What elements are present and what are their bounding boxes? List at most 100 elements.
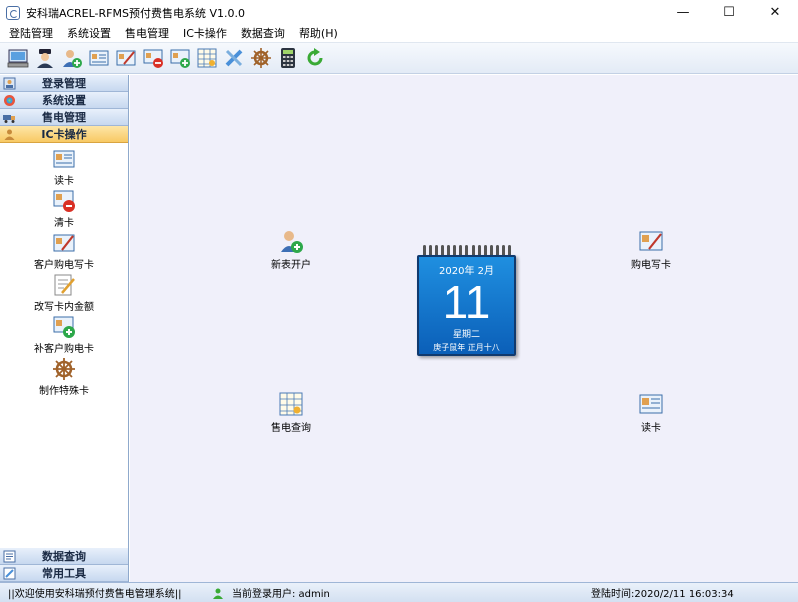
sidebar: 登录管理 系统设置 售电管理 IC卡操作 读卡 清卡 客户购电写卡 改写卡内金额 [0, 75, 129, 582]
sidebar-group-label: 登录管理 [42, 77, 86, 90]
sidebar-item-label: 读卡 [54, 176, 74, 187]
calendar-weekday: 星期二 [452, 330, 480, 340]
table-query-icon [279, 392, 303, 416]
refresh-icon [307, 48, 322, 66]
sidebar-group-label: 系统设置 [42, 94, 86, 107]
sidebar-item-label: 补客户购电卡 [34, 344, 94, 355]
toolbar-tools-button[interactable] [220, 45, 247, 72]
shortcut-label: 新表开户 [271, 260, 311, 271]
sidebar-group-settings[interactable]: 系统设置 [0, 92, 128, 109]
status-bar: ||欢迎使用安科瑞预付费售电管理系统|| 当前登录用户: admin 登陆时间:… [0, 582, 798, 602]
ic-card-items: 读卡 清卡 客户购电写卡 改写卡内金额 补客户购电卡 制作特殊卡 [0, 143, 128, 537]
close-button[interactable]: ✕ [752, 0, 798, 25]
toolbar [0, 43, 798, 74]
tools-icon [225, 49, 242, 67]
add-card-icon [170, 49, 190, 68]
status-welcome: ||欢迎使用安科瑞预付费售电管理系统|| [8, 589, 182, 600]
status-login-time: 登陆时间:2020/2/11 16:03:34 [591, 589, 734, 600]
table-query-icon [197, 48, 216, 68]
helm-icon [53, 358, 75, 380]
police-icon [36, 49, 53, 68]
window-title: 安科瑞ACREL-RFMS预付费售电系统 V1.0.0 [26, 6, 245, 20]
sidebar-group-data-query[interactable]: 数据查询 [0, 548, 128, 565]
status-current-user: 当前登录用户: admin [212, 585, 330, 600]
shortcut-label: 购电写卡 [631, 260, 671, 271]
sidebar-item-write-card[interactable]: 客户购电写卡 [34, 231, 94, 271]
clear-card-icon [53, 190, 75, 212]
sidebar-item-label: 制作特殊卡 [39, 386, 89, 397]
menu-bar: 登陆管理 系统设置 售电管理 IC卡操作 数据查询 帮助(H) [0, 25, 798, 43]
write-card-icon [639, 231, 663, 251]
login-icon [3, 77, 16, 90]
calculator-icon [280, 48, 295, 68]
calendar-day: 11 [442, 276, 491, 328]
data-query-icon [3, 550, 16, 563]
sidebar-group-label: 售电管理 [42, 111, 86, 124]
edit-amount-icon [54, 274, 75, 296]
toolbar-computer-button[interactable] [4, 45, 31, 72]
user-icon [4, 129, 15, 140]
sidebar-bottom-groups: 数据查询 常用工具 [0, 548, 128, 582]
sidebar-group-sales[interactable]: 售电管理 [0, 109, 128, 126]
toolbar-add-card-button[interactable] [166, 45, 193, 72]
workspace: 新表开户 购电写卡 售电查询 读卡 2020年 2月 11 星期二 庚子鼠年 正… [130, 75, 798, 582]
add-user-icon [62, 50, 82, 68]
read-card-icon [53, 150, 75, 168]
add-card-icon [53, 316, 75, 338]
toolbar-write-card-button[interactable] [112, 45, 139, 72]
add-user-icon [281, 231, 303, 253]
toolbar-read-card-button[interactable] [85, 45, 112, 72]
shortcut-buy-write-card[interactable]: 购电写卡 [611, 228, 691, 271]
toolbar-calculator-button[interactable] [274, 45, 301, 72]
menu-help[interactable]: 帮助(H) [292, 25, 345, 43]
shortcut-read-card[interactable]: 读卡 [611, 391, 691, 434]
sidebar-item-edit-amount[interactable]: 改写卡内金额 [34, 273, 94, 313]
sidebar-item-clear-card[interactable]: 清卡 [52, 189, 76, 229]
menu-ic-card[interactable]: IC卡操作 [176, 25, 234, 43]
sidebar-group-tools[interactable]: 常用工具 [0, 565, 128, 582]
menu-login-management[interactable]: 登陆管理 [0, 25, 60, 43]
toolbar-police-button[interactable] [31, 45, 58, 72]
shortcut-label: 读卡 [641, 423, 661, 434]
shortcut-label: 售电查询 [271, 423, 311, 434]
toolbar-add-user-button[interactable] [58, 45, 85, 72]
toolbar-helm-button[interactable] [247, 45, 274, 72]
shortcut-new-account[interactable]: 新表开户 [251, 228, 331, 271]
title-bar: 安科瑞ACREL-RFMS预付费售电系统 V1.0.0 — ☐ ✕ [0, 0, 798, 25]
sidebar-item-label: 清卡 [54, 218, 74, 229]
app-icon [6, 5, 20, 20]
menu-system-settings[interactable]: 系统设置 [60, 25, 118, 43]
read-card-icon [639, 394, 663, 414]
helm-icon [250, 48, 271, 68]
maximize-button[interactable]: ☐ [706, 0, 752, 25]
menu-sales-management[interactable]: 售电管理 [118, 25, 176, 43]
sidebar-group-label: 常用工具 [42, 567, 86, 580]
sidebar-item-label: 客户购电写卡 [34, 260, 94, 271]
toolbar-refresh-button[interactable] [301, 45, 328, 72]
shortcut-sales-query[interactable]: 售电查询 [251, 391, 331, 434]
minimize-button[interactable]: — [660, 0, 706, 25]
sidebar-item-special-card[interactable]: 制作特殊卡 [39, 357, 89, 397]
read-card-icon [89, 50, 108, 66]
write-card-icon [116, 50, 135, 66]
calendar-year-month: 2020年 2月 [439, 266, 494, 277]
tools-icon [3, 567, 16, 580]
sidebar-item-read-card[interactable]: 读卡 [52, 147, 76, 187]
menu-data-query[interactable]: 数据查询 [234, 25, 292, 43]
toolbar-clear-card-button[interactable] [139, 45, 166, 72]
status-user-text: 当前登录用户: admin [232, 589, 330, 600]
user-icon [213, 588, 223, 599]
window-controls: — ☐ ✕ [660, 0, 798, 25]
sidebar-group-label: 数据查询 [42, 550, 86, 563]
clear-card-icon [143, 49, 163, 68]
calendar-widget: 2020年 2月 11 星期二 庚子鼠年 正月十八 [417, 245, 516, 356]
sidebar-item-label: 改写卡内金额 [34, 302, 94, 313]
write-card-icon [53, 234, 75, 252]
calendar-lunar-date: 庚子鼠年 正月十八 [433, 343, 500, 352]
truck-icon [3, 115, 15, 123]
sidebar-item-reissue-card[interactable]: 补客户购电卡 [34, 315, 94, 355]
sidebar-group-login[interactable]: 登录管理 [0, 75, 128, 92]
sidebar-group-label: IC卡操作 [41, 128, 87, 141]
sidebar-group-ic-card[interactable]: IC卡操作 [0, 126, 128, 143]
toolbar-table-query-button[interactable] [193, 45, 220, 72]
